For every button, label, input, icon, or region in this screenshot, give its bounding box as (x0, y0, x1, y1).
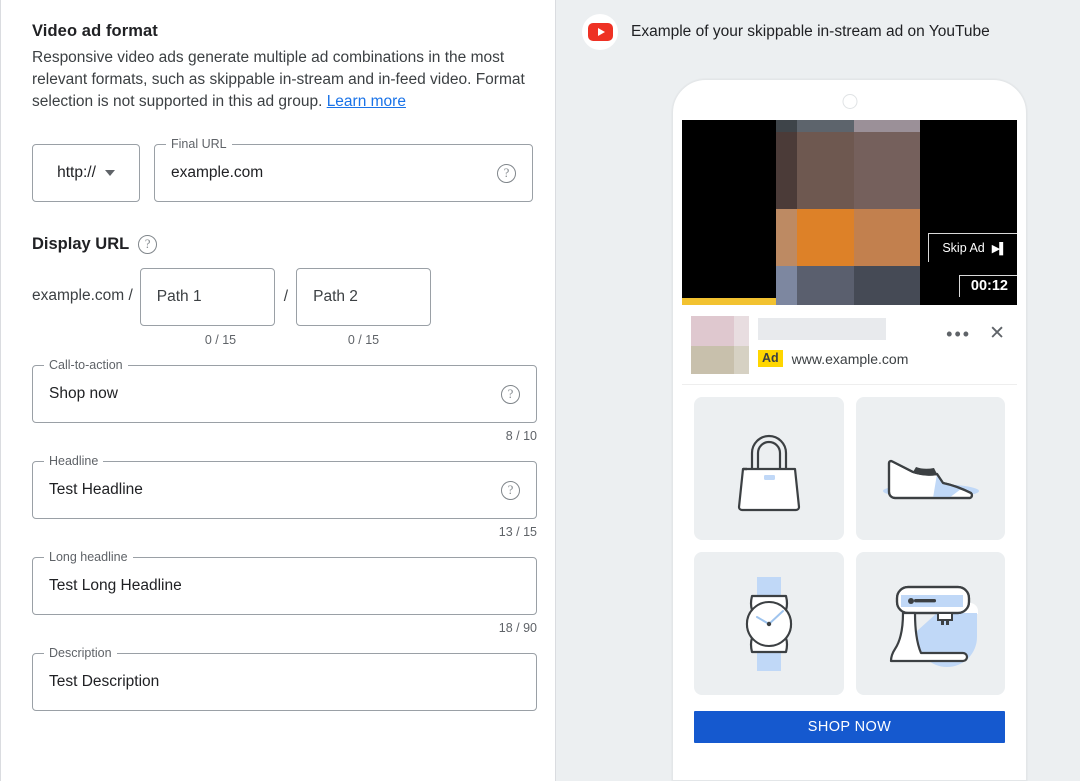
protocol-select[interactable]: http:// (32, 144, 140, 202)
headline-value: Test Headline (49, 481, 143, 498)
display-url-header: Display URL ? (32, 235, 533, 254)
video-thumbnail-pixels (776, 120, 920, 305)
skip-forward-icon: ▶▌ (991, 242, 1007, 255)
path-1-input[interactable]: Path 1 (139, 268, 275, 326)
display-url-title: Display URL (32, 235, 130, 253)
call-to-action-field[interactable]: Call-to-action Shop now ? (32, 358, 537, 423)
preview-header: Example of your skippable in-stream ad o… (556, 0, 1080, 50)
phone-screen: Skip Ad ▶▌ 00:12 Ad www.example.com ••• … (682, 120, 1017, 772)
skip-ad-button[interactable]: Skip Ad ▶▌ (928, 233, 1017, 262)
page-title: Video ad format (32, 22, 158, 40)
video-player[interactable]: Skip Ad ▶▌ 00:12 (682, 120, 1017, 305)
help-circle-icon[interactable]: ? (497, 163, 516, 183)
call-to-action-legend: Call-to-action (44, 358, 128, 373)
product-grid (682, 385, 1017, 695)
path-1-placeholder: Path 1 (156, 288, 202, 305)
help-circle-icon[interactable]: ? (501, 384, 520, 404)
long-headline-block: Long headline Test Long Headline 18 / 90 (32, 550, 537, 635)
path-counters: 0 / 15 0 / 15 (32, 333, 533, 347)
section-description: Responsive video ads generate multiple a… (32, 47, 533, 113)
headline-field[interactable]: Headline Test Headline ? (32, 454, 537, 519)
long-headline-field[interactable]: Long headline Test Long Headline (32, 550, 537, 615)
preview-title: Example of your skippable in-stream ad o… (631, 23, 990, 40)
call-to-action-counter: 8 / 10 (505, 429, 537, 443)
shop-now-button[interactable]: SHOP NOW (694, 711, 1005, 743)
final-url-value: example.com (171, 164, 264, 181)
long-headline-counter: 18 / 90 (498, 621, 537, 635)
ad-preview-panel: Example of your skippable in-stream ad o… (556, 0, 1080, 781)
path-2-counter: 0 / 15 (347, 333, 380, 347)
long-headline-legend: Long headline (44, 550, 133, 565)
ad-text-block: Ad www.example.com (758, 316, 937, 367)
cta-wrapper: SHOP NOW (682, 695, 1017, 757)
more-horizontal-icon[interactable]: ••• (946, 325, 971, 343)
final-url-legend: Final URL (166, 137, 232, 152)
protocol-value: http:// (57, 164, 96, 181)
shoe-product-icon[interactable] (855, 397, 1005, 540)
help-circle-icon[interactable]: ? (138, 235, 158, 254)
description-legend: Description (44, 646, 117, 661)
ad-url-line: Ad www.example.com (758, 350, 937, 367)
long-headline-value: Test Long Headline (49, 577, 182, 594)
phone-mockup: Skip Ad ▶▌ 00:12 Ad www.example.com ••• … (672, 79, 1027, 781)
description-block: Description Test Description (32, 646, 537, 711)
ad-display-url[interactable]: www.example.com (792, 351, 909, 367)
ad-countdown-timer: 00:12 (958, 275, 1017, 297)
learn-more-link[interactable]: Learn more (327, 93, 406, 110)
ad-title-placeholder (758, 318, 886, 340)
description-field[interactable]: Description Test Description (32, 646, 537, 711)
skip-ad-label: Skip Ad (942, 241, 985, 255)
handbag-product-icon[interactable] (694, 397, 844, 540)
ad-info-bar: Ad www.example.com ••• ✕ (682, 305, 1017, 385)
ad-badge: Ad (758, 350, 783, 367)
path-2-placeholder: Path 2 (313, 288, 358, 305)
call-to-action-value: Shop now (49, 385, 118, 402)
path-separator: / (283, 288, 289, 305)
call-to-action-block: Call-to-action Shop now ? 8 / 10 (32, 358, 537, 443)
mixer-product-icon[interactable] (855, 552, 1005, 695)
headline-block: Headline Test Headline ? 13 / 15 (32, 454, 537, 539)
close-icon[interactable]: ✕ (989, 324, 1005, 343)
headline-counter: 13 / 15 (498, 525, 537, 539)
phone-camera-icon (842, 94, 857, 109)
ad-form-panel: Video ad format Responsive video ads gen… (0, 0, 556, 781)
ad-editor-screen: Video ad format Responsive video ads gen… (0, 0, 1080, 781)
ad-actions: ••• ✕ (946, 316, 1005, 343)
final-url-field[interactable]: Final URL example.com ? (154, 137, 533, 202)
video-progress-bar[interactable] (682, 298, 776, 305)
youtube-logo-icon (582, 14, 618, 50)
watch-product-icon[interactable] (694, 552, 844, 695)
path-1-counter: 0 / 15 (204, 333, 237, 347)
description-value: Test Description (49, 673, 160, 690)
chevron-down-icon (104, 170, 115, 176)
help-circle-icon[interactable]: ? (501, 480, 520, 500)
advertiser-avatar (691, 316, 749, 374)
headline-legend: Headline (44, 454, 104, 469)
path-2-input[interactable]: Path 2 (296, 268, 432, 326)
final-url-row: http:// Final URL example.com ? (32, 137, 533, 202)
display-url-domain: example.com / (32, 287, 133, 304)
display-url-paths: example.com / Path 1 / Path 2 (32, 268, 533, 326)
section-description-text: Responsive video ads generate multiple a… (32, 49, 525, 110)
